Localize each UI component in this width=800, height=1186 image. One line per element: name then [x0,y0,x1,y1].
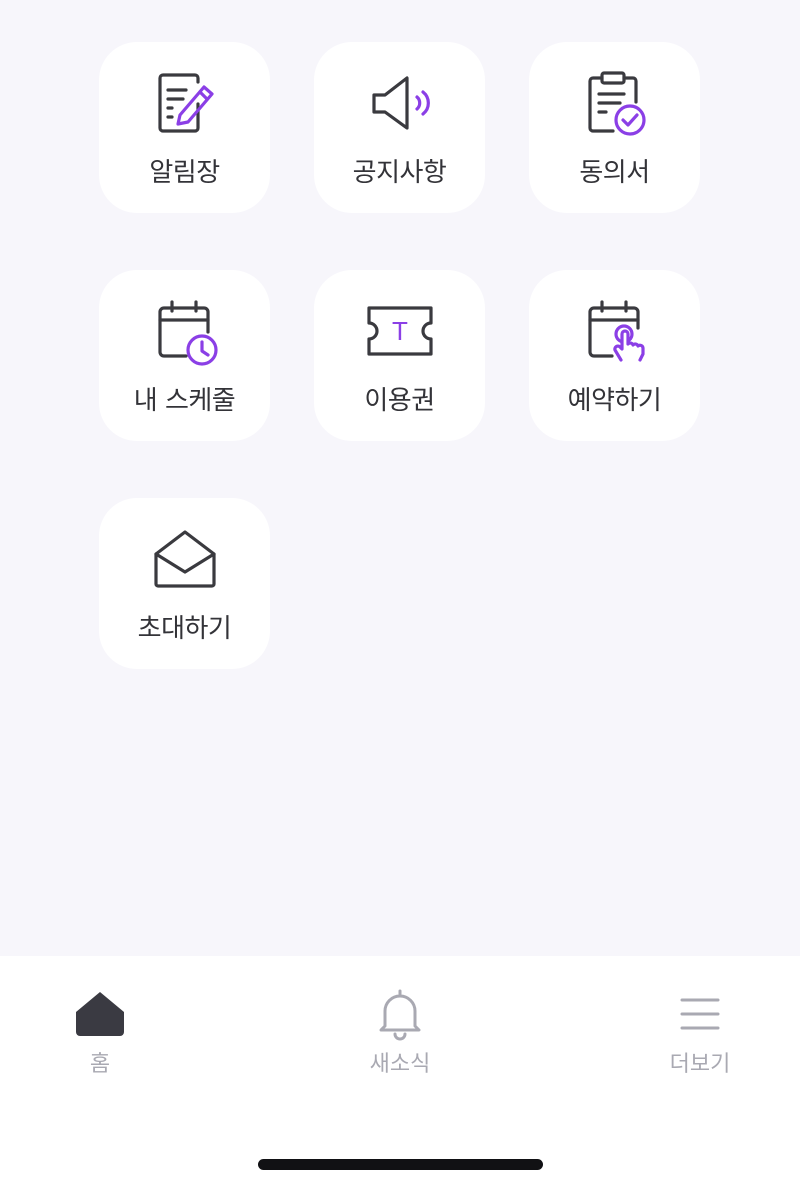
bottom-tab-bar: 홈 새소식 더보기 [0,956,800,1186]
tab-more[interactable]: 더보기 [620,986,780,1078]
home-indicator [258,1159,543,1170]
tab-news[interactable]: 새소식 [320,986,480,1078]
menu-tile-invite[interactable]: 초대하기 [99,498,270,669]
home-icon [72,986,128,1042]
menu-tile-notice-board[interactable]: 알림장 [99,42,270,213]
calendar-touch-icon [580,296,650,366]
menu-tile-label: 이용권 [364,386,435,416]
ticket-icon: T [365,296,435,366]
menu-grid: 알림장 공지사항 동의서 내 스케줄 T 이용권 예약하기 초대하기 [99,42,700,669]
menu-tile-reservation[interactable]: 예약하기 [529,270,700,441]
tab-label: 더보기 [669,1052,731,1077]
bell-icon [372,986,428,1042]
menu-tile-announcements[interactable]: 공지사항 [314,42,485,213]
calendar-clock-icon [150,296,220,366]
notebook-pencil-icon [150,68,220,138]
envelope-open-icon [150,524,220,594]
menu-tile-label: 동의서 [579,158,650,188]
menu-tile-label: 초대하기 [137,614,232,644]
menu-tile-label: 내 스케줄 [133,386,236,416]
menu-tile-consent-form[interactable]: 동의서 [529,42,700,213]
menu-tile-pass[interactable]: T 이용권 [314,270,485,441]
menu-tile-my-schedule[interactable]: 내 스케줄 [99,270,270,441]
tab-label: 새소식 [369,1052,431,1077]
tab-home[interactable]: 홈 [20,986,180,1078]
menu-icon [672,986,728,1042]
menu-tile-label: 공지사항 [352,158,447,188]
menu-tile-label: 예약하기 [567,386,662,416]
speaker-icon [365,68,435,138]
tab-label: 홈 [89,1052,111,1077]
ticket-letter: T [392,316,408,346]
clipboard-check-icon [580,68,650,138]
menu-tile-label: 알림장 [149,158,220,188]
home-screen: 알림장 공지사항 동의서 내 스케줄 T 이용권 예약하기 초대하기 홈 새소식… [0,0,800,1186]
